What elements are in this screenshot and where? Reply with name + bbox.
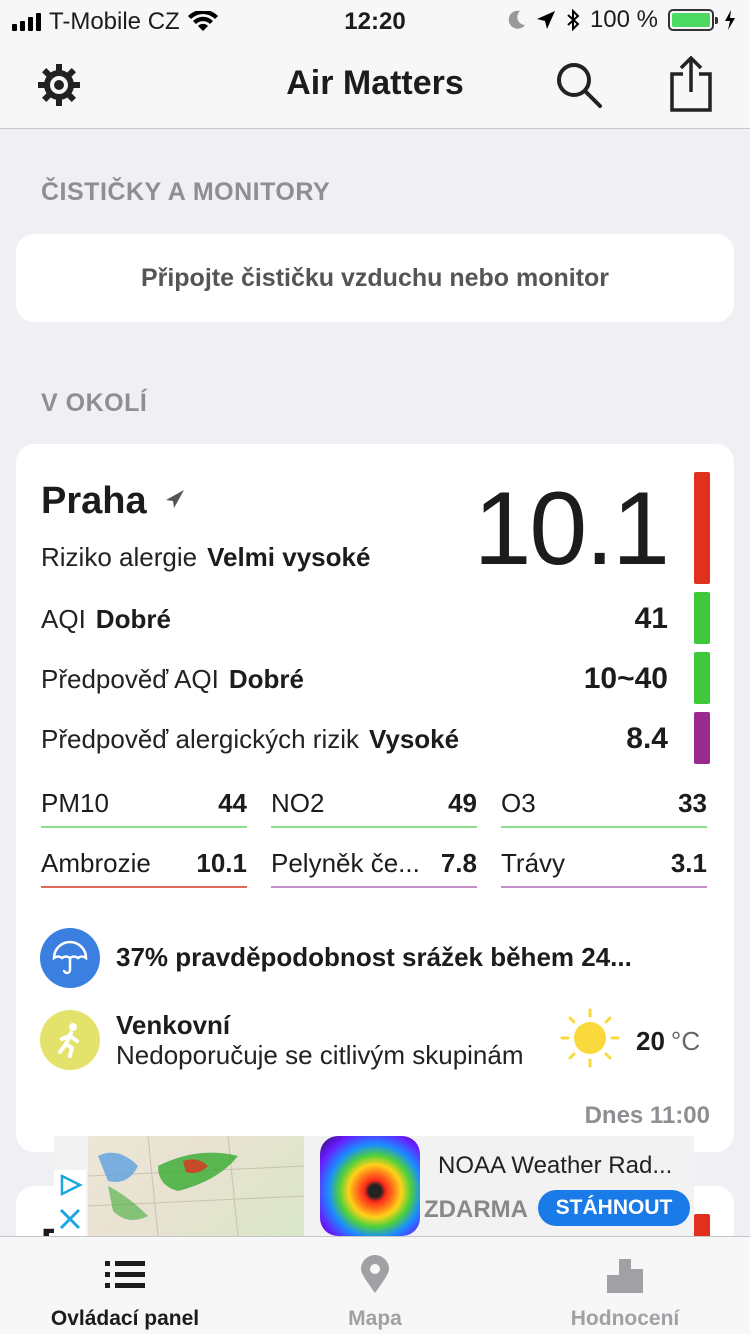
connect-device-text: Připojte čističku vzduchu nebo monitor bbox=[140, 264, 610, 292]
bluetooth-icon bbox=[567, 9, 580, 31]
navigation-bar: Air Matters bbox=[0, 40, 750, 129]
allergy-main-value: 10.1 bbox=[473, 471, 670, 587]
share-icon[interactable] bbox=[668, 56, 714, 112]
temperature-unit: °C bbox=[670, 1026, 701, 1056]
allergy-level: Velmi vysoké bbox=[207, 542, 371, 572]
metric-travy[interactable]: Trávy 3.1 bbox=[501, 844, 707, 888]
forecast-allergy-value: 8.4 bbox=[626, 722, 668, 755]
ranking-icon bbox=[607, 1259, 643, 1293]
connect-device-card[interactable]: Připojte čističku vzduchu nebo monitor bbox=[16, 234, 734, 322]
adchoices[interactable] bbox=[54, 1170, 86, 1236]
forecast-allergy-row: Předpověď alergických rizik Vysoké bbox=[41, 724, 459, 755]
allergy-level-bar bbox=[694, 472, 710, 584]
tab-label: Ovládací panel bbox=[50, 1307, 200, 1330]
map-pin-icon bbox=[361, 1255, 389, 1293]
status-bar: T-Mobile CZ 12:20 100 % bbox=[0, 0, 750, 40]
forecast-aqi-value: 10~40 bbox=[583, 662, 668, 695]
metric-name: Trávy bbox=[501, 848, 566, 878]
metric-name: Ambrozie bbox=[41, 848, 151, 878]
tab-ranking[interactable]: Hodnocení bbox=[500, 1237, 750, 1334]
metric-value: 33 bbox=[678, 788, 707, 818]
search-icon[interactable] bbox=[554, 60, 604, 110]
tab-bar: Ovládací panel Mapa Hodnocení bbox=[0, 1236, 750, 1334]
forecast-allergy-label: Předpověď alergických rizik bbox=[41, 724, 359, 754]
tab-dashboard[interactable]: Ovládací panel bbox=[0, 1237, 250, 1334]
allergy-row: Riziko alergie Velmi vysoké bbox=[41, 542, 370, 573]
metric-name: PM10 bbox=[41, 788, 109, 818]
forecast-aqi-label: Předpověď AQI bbox=[41, 664, 219, 694]
ad-app-icon bbox=[320, 1136, 420, 1236]
ad-map-image bbox=[88, 1136, 304, 1236]
metric-ambrozie[interactable]: Ambrozie 10.1 bbox=[41, 844, 247, 888]
nearby-section-header: V OKOLÍ bbox=[41, 389, 148, 417]
sun-icon bbox=[560, 1008, 620, 1068]
metric-o3[interactable]: O3 33 bbox=[501, 784, 707, 828]
metric-value: 10.1 bbox=[196, 848, 247, 878]
aqi-label: AQI bbox=[41, 604, 86, 634]
ad-banner[interactable]: NOAA Weather Rad... ZDARMA STÁHNOUT bbox=[54, 1136, 694, 1236]
forecast-aqi-bar bbox=[694, 652, 710, 704]
temperature-value: 20 bbox=[636, 1026, 665, 1056]
metric-value: 7.8 bbox=[440, 848, 477, 878]
ad-price: ZDARMA bbox=[424, 1196, 528, 1223]
battery-percent: 100 % bbox=[589, 6, 658, 33]
forecast-aqi-row: Předpověď AQI Dobré bbox=[41, 664, 304, 695]
forecast-allergy-bar bbox=[694, 712, 710, 764]
metric-value: 49 bbox=[448, 788, 477, 818]
running-person-icon bbox=[40, 1010, 100, 1070]
list-icon bbox=[105, 1261, 145, 1288]
metric-pm10[interactable]: PM10 44 bbox=[41, 784, 247, 828]
location-card[interactable]: Praha 10.1 Riziko alergie Velmi vysoké AQ… bbox=[16, 444, 734, 1152]
aqi-level: Dobré bbox=[95, 604, 171, 634]
forecast-aqi-level: Dobré bbox=[228, 664, 304, 694]
forecast-allergy-level: Vysoké bbox=[369, 724, 460, 754]
ad-title: NOAA Weather Rad... bbox=[438, 1152, 673, 1179]
city-name: Praha bbox=[41, 480, 147, 522]
aqi-level-bar bbox=[694, 592, 710, 644]
umbrella-icon bbox=[40, 928, 100, 988]
charging-icon bbox=[725, 10, 735, 30]
location-arrow-icon bbox=[536, 11, 555, 29]
devices-section-header: ČISTIČKY A MONITORY bbox=[41, 178, 331, 206]
battery-icon bbox=[668, 9, 718, 31]
location-arrow-icon bbox=[166, 490, 184, 508]
aqi-row: AQI Dobré bbox=[41, 604, 171, 635]
aqi-value: 41 bbox=[634, 602, 668, 635]
metric-name: O3 bbox=[501, 788, 536, 818]
metric-value: 3.1 bbox=[670, 848, 707, 878]
rain-probability-text: 37% pravděpodobnost srážek během 24... bbox=[116, 942, 632, 972]
ad-download-button[interactable]: STÁHNOUT bbox=[538, 1190, 690, 1226]
tab-label: Mapa bbox=[348, 1307, 402, 1330]
status-right: 100 % bbox=[508, 6, 736, 34]
app-title: Air Matters bbox=[286, 64, 464, 102]
metric-no2[interactable]: NO2 49 bbox=[271, 784, 477, 828]
metric-pelynek[interactable]: Pelyněk če... 7.8 bbox=[271, 844, 477, 888]
adchoices-icon[interactable] bbox=[54, 1170, 86, 1200]
allergy-label: Riziko alergie bbox=[41, 542, 198, 572]
temperature: 20 °C bbox=[636, 1026, 700, 1057]
metric-name: Pelyněk če... bbox=[271, 848, 420, 878]
outdoor-recommendation: Nedoporučuje se citlivým skupinám bbox=[116, 1040, 524, 1070]
tab-map[interactable]: Mapa bbox=[250, 1237, 500, 1334]
outdoor-title: Venkovní bbox=[116, 1010, 231, 1040]
metric-value: 44 bbox=[218, 788, 247, 818]
close-icon[interactable] bbox=[54, 1205, 86, 1235]
metric-name: NO2 bbox=[271, 788, 325, 818]
updated-time: Dnes 11:00 bbox=[584, 1102, 710, 1129]
tab-label: Hodnocení bbox=[570, 1307, 680, 1330]
moon-icon bbox=[508, 10, 525, 29]
